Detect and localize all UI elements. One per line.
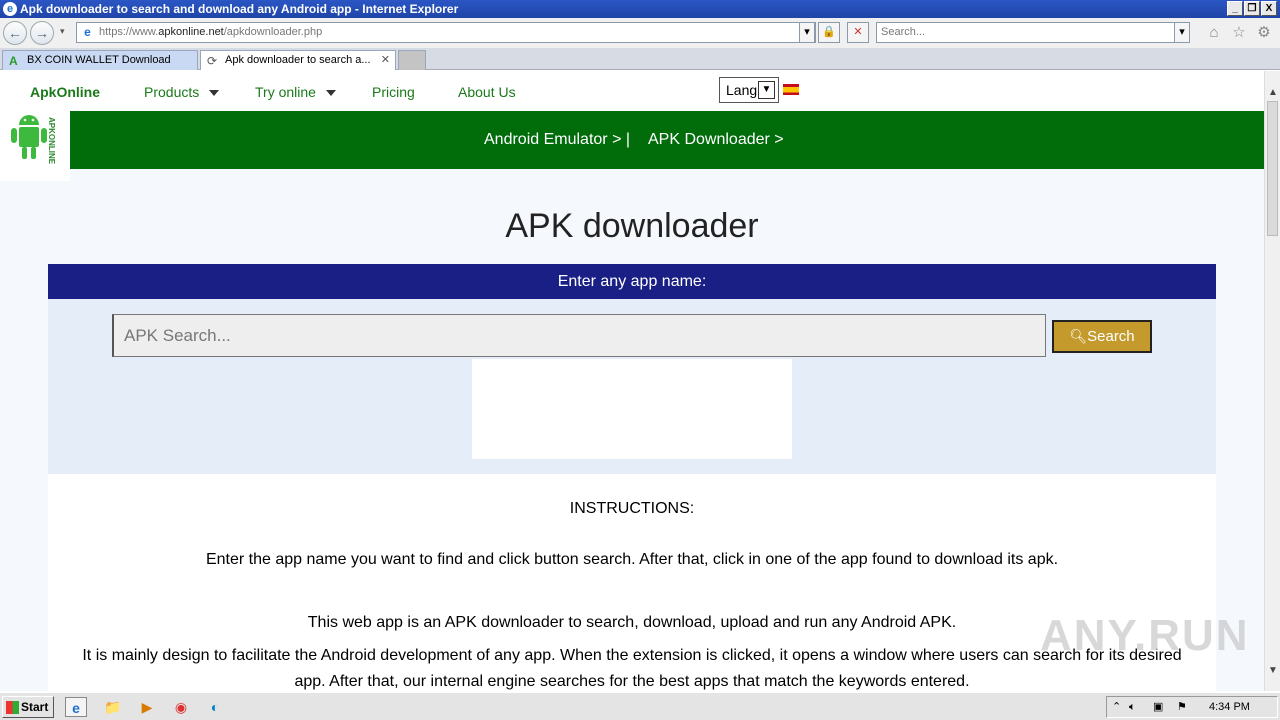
taskbar: Start e 📁 ▶ ◉ ◐ ⌃ 🔈︎ ▣ ⚑ 4:34 PM (0, 692, 1280, 720)
address-toolbar: ← → ▾ e https://www.apkonline.net/apkdow… (0, 18, 1280, 48)
back-button[interactable]: ← (3, 21, 27, 45)
forward-button[interactable]: → (30, 21, 54, 45)
nav-try-online-label: Try online (255, 84, 316, 100)
lock-icon[interactable]: 🔒 (818, 22, 840, 43)
taskbar-ie-icon[interactable]: e (65, 697, 87, 717)
page-ie-icon: e (84, 25, 91, 39)
flag-icon[interactable]: ⚑ (1177, 697, 1187, 717)
nav-about-us[interactable]: About Us (458, 84, 516, 100)
window-title-bar: e Apk downloader to search and download … (0, 0, 1280, 18)
new-tab-button[interactable] (398, 50, 426, 70)
tab-label: BX COIN WALLET Download (27, 54, 171, 66)
url-domain: apkonline.net (158, 26, 224, 38)
home-icon[interactable]: ⌂ (1205, 24, 1223, 42)
volume-icon[interactable]: 🔈︎ (1129, 697, 1136, 717)
url-prefix: https://www. (99, 26, 159, 38)
history-dropdown-icon[interactable]: ▾ (60, 26, 65, 37)
nav-products-label: Products (144, 84, 200, 100)
page-scrollbar[interactable]: ▲ ▼ (1264, 71, 1280, 691)
restore-button[interactable]: ❐ (1244, 1, 1260, 16)
language-select[interactable]: Lang ▼ (719, 77, 779, 103)
close-window-button[interactable]: X (1261, 1, 1277, 16)
instructions-title: INSTRUCTIONS: (569, 500, 695, 517)
ie-logo-icon: e (3, 2, 17, 16)
tab-strip: A BX COIN WALLET Download ⟳ Apk download… (0, 48, 1280, 70)
chevron-down-icon: ▼ (758, 81, 775, 99)
apk-downloader-link[interactable]: APK Downloader > (648, 131, 784, 149)
tab-bx-coin[interactable]: A BX COIN WALLET Download (2, 50, 198, 70)
taskbar-media-player-icon[interactable]: ▶ (136, 697, 158, 717)
search-prompt-bar: Enter any app name: (48, 264, 1216, 299)
windows-logo-icon (6, 701, 19, 714)
browser-search-input[interactable]: Search... (876, 22, 1190, 43)
description-paragraph-2-line-2: app. After that, our internal engine sea… (294, 673, 970, 690)
start-button[interactable]: Start (2, 696, 54, 718)
url-path: /apkdownloader.php (223, 26, 323, 38)
taskbar-chrome-icon[interactable]: ◉ (170, 697, 192, 717)
tab-label: Apk downloader to search a... (225, 54, 371, 66)
network-icon[interactable]: ▣ (1153, 697, 1163, 717)
taskbar-explorer-icon[interactable]: 📁 (102, 697, 124, 717)
tray-expand-icon[interactable]: ⌃ (1112, 697, 1121, 717)
apk-search-input[interactable]: APK Search... (112, 314, 1046, 357)
tab-apk-downloader[interactable]: ⟳ Apk downloader to search a... ✕ (200, 50, 396, 70)
caret-down-icon (325, 90, 336, 97)
scroll-down-icon[interactable]: ▼ (1267, 665, 1279, 677)
apkonline-favicon-icon: A (9, 54, 18, 68)
ad-placeholder (472, 359, 792, 459)
address-dropdown-icon[interactable]: ▾ (799, 22, 815, 43)
search-panel: APK Search... 🔍︎Search (48, 299, 1216, 474)
loading-spinner-icon: ⟳ (207, 54, 218, 68)
scroll-up-icon[interactable]: ▲ (1267, 87, 1279, 99)
search-button-label: Search (1087, 328, 1135, 345)
brand-link[interactable]: ApkOnline (30, 84, 100, 100)
language-select-value: Lang (726, 82, 758, 98)
caret-down-icon (209, 90, 220, 97)
web-page: ApkOnline Products Try online Pricing Ab… (0, 71, 1264, 691)
android-emulator-link[interactable]: Android Emulator > | (484, 131, 630, 149)
search-dropdown-icon[interactable]: ▾ (1174, 22, 1190, 43)
stop-icon[interactable]: ✕ (847, 22, 869, 43)
start-label: Start (21, 700, 49, 714)
system-tray: ⌃ 🔈︎ ▣ ⚑ 4:34 PM (1106, 696, 1278, 718)
nav-pricing[interactable]: Pricing (372, 84, 415, 100)
site-navbar: ApkOnline Products Try online Pricing Ab… (0, 71, 1264, 111)
nav-products[interactable]: Products (144, 84, 220, 100)
spain-flag-icon[interactable] (783, 84, 799, 95)
search-icon: 🔍︎ (1069, 328, 1088, 344)
search-button[interactable]: 🔍︎Search (1052, 320, 1152, 353)
minimize-button[interactable]: _ (1227, 1, 1243, 16)
android-robot-icon: APKONLINE (11, 115, 56, 165)
favorites-star-icon[interactable]: ☆ (1230, 24, 1248, 42)
address-bar[interactable]: e https://www.apkonline.net/apkdownloade… (76, 22, 816, 43)
settings-gear-icon[interactable]: ⚙ (1255, 24, 1273, 42)
close-tab-icon[interactable]: ✕ (381, 51, 390, 69)
window-title: Apk downloader to search and download an… (20, 2, 459, 16)
taskbar-edge-icon[interactable]: ◐ (204, 697, 226, 717)
logo-text: APKONLINE (47, 117, 56, 165)
instructions-text: Enter the app name you want to find and … (205, 551, 1059, 568)
scroll-thumb[interactable] (1267, 101, 1278, 236)
anyrun-watermark: ANY.RUN (1040, 611, 1250, 660)
page-title: APK downloader (505, 207, 759, 245)
apkonline-logo[interactable]: APKONLINE (0, 111, 70, 181)
clock[interactable]: 4:34 PM (1209, 697, 1250, 717)
nav-try-online[interactable]: Try online (255, 84, 336, 100)
product-banner: Android Emulator > | APK Downloader > (70, 111, 1264, 169)
